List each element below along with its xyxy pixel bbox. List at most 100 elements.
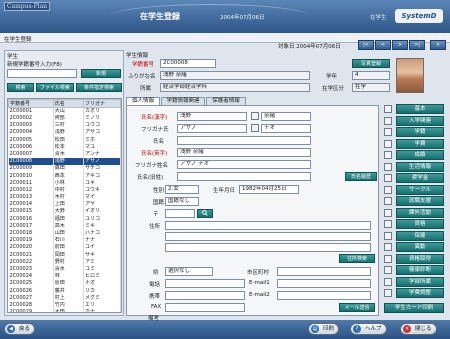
next-record-button[interactable]: > — [392, 40, 408, 50]
table-row[interactable]: 2C00001 大山 カオリ — [8, 107, 121, 115]
email1-field[interactable] — [277, 279, 371, 288]
table-row[interactable]: 2C00011 小林 ユキ — [8, 179, 121, 187]
nationality-select[interactable]: 国籍なし — [165, 197, 199, 206]
table-row[interactable]: 2C00015 大野 イオリ — [8, 208, 121, 216]
furigana-last-check[interactable] — [251, 124, 259, 132]
birthdate-field[interactable]: 1982年04月25日 — [239, 185, 299, 194]
side-menu-button[interactable]: サークル — [396, 184, 444, 195]
new-id-input[interactable] — [7, 69, 77, 78]
table-row[interactable]: 2C00014 上田 アヤ — [8, 200, 121, 209]
side-menu-button[interactable]: 学部所属 — [396, 276, 444, 287]
photo-register-button[interactable]: 写真登録 — [352, 59, 390, 68]
print-student-card-button[interactable]: 学生カード印刷 — [384, 302, 444, 313]
table-row[interactable]: 2C00013 木村 マイ — [8, 193, 121, 201]
first-record-button[interactable]: |< — [358, 40, 374, 50]
table-row[interactable]: 2C00012 中村 ユウキ — [8, 186, 121, 194]
table-row[interactable]: 2C00005 松田 ミホ — [8, 136, 121, 144]
side-menu-button[interactable]: 生活情報 — [396, 161, 444, 172]
side-menu-button[interactable]: 保健 — [396, 230, 444, 241]
student-name-cell: 清水 — [53, 265, 85, 273]
close-button[interactable]: × 閉じる — [400, 323, 437, 335]
footer-bar: ◀ 戻る ▤ 印刷 ? ヘルプ × 閉じる — [0, 320, 450, 339]
print-button[interactable]: ▤ 印刷 — [308, 323, 340, 335]
address-line1-field[interactable] — [165, 221, 371, 230]
table-row[interactable]: 2C00002 阿部 ミノリ — [8, 114, 121, 122]
alias-field[interactable] — [177, 172, 311, 181]
email2-field[interactable] — [277, 291, 371, 300]
help-button[interactable]: ? ヘルプ — [350, 323, 387, 335]
table-row[interactable]: 2C00019 石川 ナナ — [8, 236, 121, 245]
name-kanji-last-check[interactable] — [251, 112, 259, 120]
prefecture-select[interactable]: 選択なし — [165, 267, 213, 276]
side-menu-button[interactable]: 成績 — [396, 150, 444, 160]
column-header-furigana[interactable]: フリガナ — [83, 99, 121, 108]
side-menu-button[interactable]: 基本 — [396, 104, 444, 114]
first-name-kanji-field[interactable]: 奈緒 — [261, 112, 311, 121]
table-row[interactable]: 2C00003 三村 ユウコ — [8, 121, 121, 130]
table-row[interactable]: 2C00016 福田 ユリコ — [8, 215, 121, 223]
phone-field[interactable] — [165, 279, 245, 288]
side-menu-button[interactable]: 学費調整 — [396, 288, 444, 298]
furigana-full-field[interactable]: アサノ ナオ — [177, 160, 311, 169]
prev-record-button[interactable]: < — [375, 40, 391, 50]
student-furigana-cell: ユウキ — [83, 186, 121, 194]
file-search-button[interactable]: ファイル検索 — [36, 83, 74, 92]
side-menu-button[interactable]: 学費 — [396, 138, 444, 149]
side-menu-button[interactable]: 資格取得 — [396, 253, 444, 264]
side-menu-button[interactable]: 奨学金 — [396, 173, 444, 183]
table-row[interactable]: 2C00007 青木 アンナ — [8, 150, 121, 158]
column-header-id[interactable]: 学籍番号 — [8, 99, 54, 108]
back-button-label: 戻る — [19, 326, 31, 332]
student-id-field[interactable]: 2C00008 — [160, 59, 216, 68]
condition-search-button[interactable]: 条件指定検索 — [76, 83, 122, 92]
first-name-furigana-field[interactable]: ナオ — [261, 124, 311, 133]
address-line2-field[interactable] — [165, 232, 371, 241]
table-row[interactable]: 2C00017 高木 ミキ — [8, 222, 121, 230]
side-menu-indicator — [384, 174, 392, 182]
side-menu-button[interactable]: 健康診断 — [396, 265, 444, 275]
address-search-button[interactable]: 住所検索 — [339, 254, 375, 263]
name-field[interactable] — [177, 136, 311, 145]
table-row[interactable]: 2C00026 藤井 リカ — [8, 287, 121, 295]
side-menu-button[interactable]: 就職支援 — [396, 196, 444, 206]
side-menu-button[interactable]: 資格 — [396, 219, 444, 229]
side-menu-button[interactable]: 課外活動 — [396, 207, 444, 218]
send-mail-button[interactable]: メール送信 — [339, 303, 375, 312]
table-row[interactable]: 2C00027 村上 メグミ — [8, 294, 121, 302]
student-name-cell: 三村 — [53, 121, 85, 130]
table-row[interactable]: 2C00028 竹内 エリ — [8, 301, 121, 309]
table-row[interactable]: 2C00029 太田 カナ — [8, 308, 121, 312]
table-row[interactable]: 2C00021 岡田 サキ — [8, 251, 121, 259]
table-row[interactable]: 2C00020 前田 ユイ — [8, 244, 121, 252]
mobile-field[interactable] — [165, 291, 245, 300]
address-line3-field[interactable] — [165, 243, 371, 252]
table-row[interactable]: 2C00008 浅野 アサノ — [8, 157, 121, 165]
table-row[interactable]: 2C00018 山田 ハナコ — [8, 229, 121, 237]
table-row[interactable]: 2C00025 原田 ナオ — [8, 280, 121, 288]
table-row[interactable]: 2C00023 清水 ユミ — [8, 265, 121, 273]
table-row[interactable]: 2C00010 西本 アキコ — [8, 172, 121, 180]
new-student-button[interactable]: 新規 — [81, 69, 121, 78]
city-field[interactable] — [277, 267, 371, 276]
gender-select[interactable]: 2:女 — [165, 185, 199, 194]
last-name-furigana-field[interactable]: アサノ — [177, 124, 247, 133]
name-history-button[interactable]: 氏名履歴 — [345, 172, 377, 181]
name-roman-field[interactable]: 浅野 奈緒 — [177, 148, 311, 157]
back-button[interactable]: ◀ 戻る — [4, 323, 36, 335]
table-row[interactable]: 2C00009 森田 サチコ — [8, 165, 121, 173]
fax-field[interactable] — [165, 303, 245, 312]
table-row[interactable]: 2C00024 林ヒロミ — [8, 272, 121, 280]
column-header-name[interactable]: 氏名 — [52, 99, 85, 108]
table-row[interactable]: 2C00006 松本 マユ — [8, 143, 121, 151]
table-row[interactable]: 2C00004 浅野 アサコ — [8, 129, 121, 137]
side-menu-button[interactable]: 入学関連 — [396, 115, 444, 126]
side-menu-button[interactable]: 学籍 — [396, 127, 444, 137]
table-row[interactable]: 2C00022 野村 アミ — [8, 258, 121, 266]
close-record-button[interactable]: × — [430, 40, 446, 50]
zip-search-button[interactable] — [197, 209, 213, 218]
side-menu-button[interactable]: 異動 — [396, 242, 444, 252]
last-record-button[interactable]: >| — [409, 40, 425, 50]
zip-field[interactable] — [165, 209, 195, 218]
search-button[interactable]: 検索 — [7, 83, 34, 92]
last-name-kanji-field[interactable]: 浅野 — [177, 112, 247, 121]
